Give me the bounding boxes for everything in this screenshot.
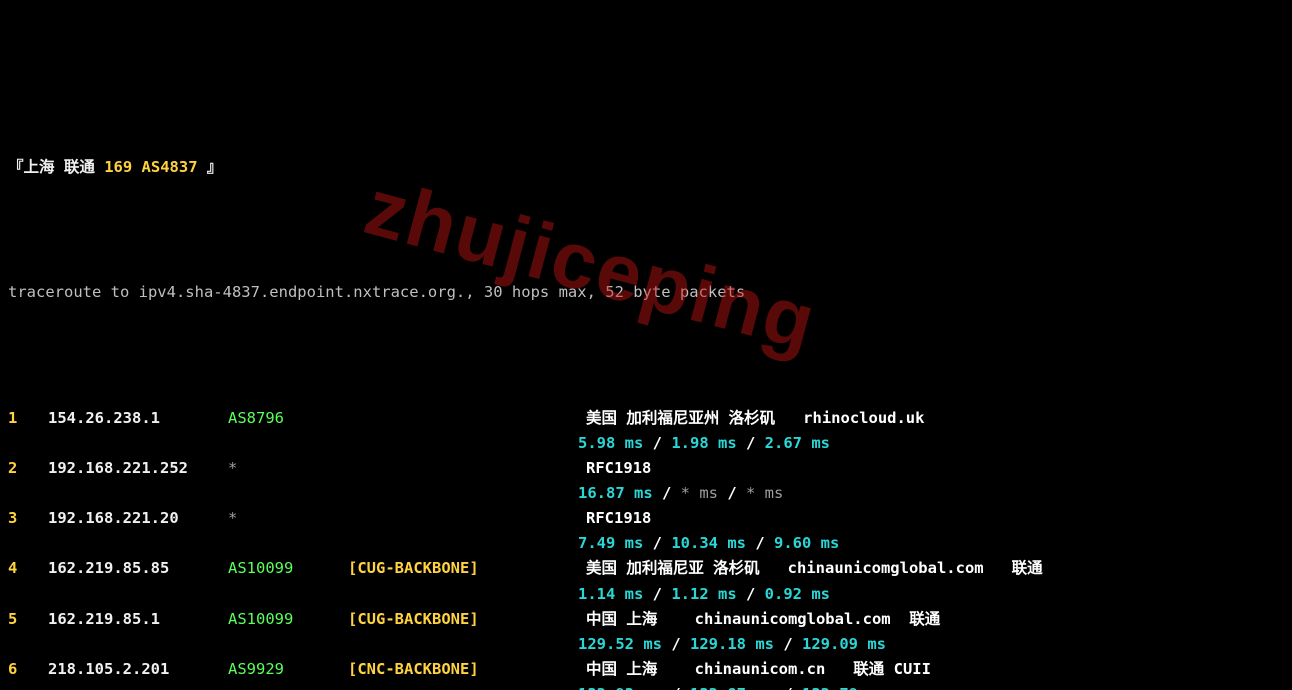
hops-list: 1154.26.238.1AS8796 美国 加利福尼亚州 洛杉矶 rhinocl… — [8, 406, 1284, 690]
hop-timings-values: 1.14 ms / 1.12 ms / 0.92 ms — [578, 582, 830, 607]
hop-timings-values: 132.93 ms / 132.87 ms / 132.79 ms — [578, 682, 886, 690]
hop-timings: 129.52 ms / 129.18 ms / 129.09 ms — [8, 632, 1284, 657]
hop-location: 中国 上海 chinaunicom.cn 联通 CUII — [586, 657, 1284, 682]
hop-number: 3 — [8, 506, 48, 531]
hop-timings-values: 7.49 ms / 10.34 ms / 9.60 ms — [578, 531, 839, 556]
hop-row: 6218.105.2.201AS9929[CNC-BACKBONE]中国 上海 … — [8, 657, 1284, 682]
hop-number: 4 — [8, 556, 48, 581]
hop-timings: 1.14 ms / 1.12 ms / 0.92 ms — [8, 582, 1284, 607]
hop-number: 1 — [8, 406, 48, 431]
hop-number: 2 — [8, 456, 48, 481]
hop-ip: 162.219.85.85 — [48, 556, 228, 581]
hop-asn: AS10099 — [228, 556, 348, 581]
hop-location: 中国 上海 chinaunicomglobal.com 联通 — [586, 607, 1284, 632]
hop-location: RFC1918 — [586, 506, 1284, 531]
hop-asn: AS9929 — [228, 657, 348, 682]
hop-ip: 154.26.238.1 — [48, 406, 228, 431]
hop-timings-values: 5.98 ms / 1.98 ms / 2.67 ms — [578, 431, 830, 456]
hop-ip: 162.219.85.1 — [48, 607, 228, 632]
hop-timings-values: 16.87 ms / * ms / * ms — [578, 481, 783, 506]
header-location: 上海 联通 — [24, 158, 95, 176]
hop-asn: AS10099 — [228, 607, 348, 632]
hop-number: 5 — [8, 607, 48, 632]
hop-location: RFC1918 — [586, 456, 1284, 481]
hop-row: 3192.168.221.20* RFC1918 — [8, 506, 1284, 531]
hop-timings: 132.93 ms / 132.87 ms / 132.79 ms — [8, 682, 1284, 690]
hop-tag — [348, 506, 586, 531]
hop-asn: * — [228, 456, 348, 481]
traceroute-command: traceroute to ipv4.sha-4837.endpoint.nxt… — [8, 280, 1284, 305]
hop-tag — [348, 406, 586, 431]
hop-row: 2192.168.221.252* RFC1918 — [8, 456, 1284, 481]
terminal-output: zhujiceping 『上海 联通 169 AS4837 』 tracerou… — [0, 0, 1292, 690]
hop-ip: 192.168.221.252 — [48, 456, 228, 481]
hop-row: 1154.26.238.1AS8796 美国 加利福尼亚州 洛杉矶 rhinocl… — [8, 406, 1284, 431]
hop-timings: 7.49 ms / 10.34 ms / 9.60 ms — [8, 531, 1284, 556]
hop-tag: [CNC-BACKBONE] — [348, 657, 586, 682]
hop-row: 5162.219.85.1AS10099[CUG-BACKBONE]中国 上海 … — [8, 607, 1284, 632]
watermark-text: zhujiceping — [351, 142, 831, 387]
hop-asn: * — [228, 506, 348, 531]
hop-location: 美国 加利福尼亚州 洛杉矶 rhinocloud.uk — [586, 406, 1284, 431]
hop-timings: 5.98 ms / 1.98 ms / 2.67 ms — [8, 431, 1284, 456]
trace-header: 『上海 联通 169 AS4837 』 — [8, 155, 1284, 180]
hop-tag: [CUG-BACKBONE] — [348, 556, 586, 581]
hop-ip: 218.105.2.201 — [48, 657, 228, 682]
hop-location: 美国 加利福尼亚 洛杉矶 chinaunicomglobal.com 联通 — [586, 556, 1284, 581]
hop-row: 4162.219.85.85AS10099[CUG-BACKBONE]美国 加利… — [8, 556, 1284, 581]
hop-tag: [CUG-BACKBONE] — [348, 607, 586, 632]
hop-timings: 16.87 ms / * ms / * ms — [8, 481, 1284, 506]
hop-asn: AS8796 — [228, 406, 348, 431]
header-bracket-open: 『 — [8, 158, 24, 176]
hop-number: 6 — [8, 657, 48, 682]
hop-timings-values: 129.52 ms / 129.18 ms / 129.09 ms — [578, 632, 886, 657]
header-asn: 169 AS4837 — [104, 158, 197, 176]
header-bracket-close: 』 — [198, 158, 223, 176]
hop-ip: 192.168.221.20 — [48, 506, 228, 531]
hop-tag — [348, 456, 586, 481]
